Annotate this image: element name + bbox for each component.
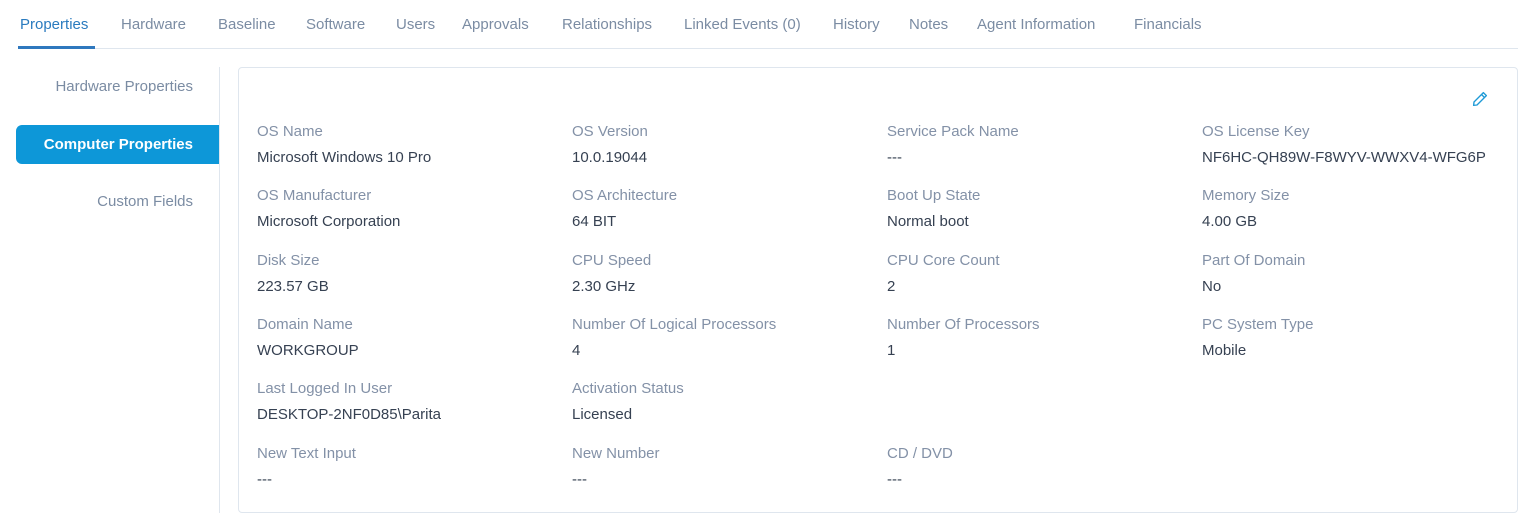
field-os-version: OS Version 10.0.19044: [572, 123, 872, 166]
field-os-license-key: OS License Key NF6HC-QH89W-F8WYV-WWXV4-WF…: [1202, 123, 1502, 166]
field-value: DESKTOP-2NF0D85\Parita: [257, 406, 441, 423]
tab-software[interactable]: Software: [306, 16, 365, 33]
tab-financials[interactable]: Financials: [1134, 16, 1202, 33]
field-value: NF6HC-QH89W-F8WYV-WWXV4-WFG6P: [1202, 149, 1486, 166]
field-value: 2.30 GHz: [572, 278, 636, 295]
field-number-of-processors: Number Of Processors 1: [887, 316, 1187, 359]
field-value: Mobile: [1202, 342, 1247, 359]
field-value: No: [1202, 278, 1222, 295]
field-label: Last Logged In User: [257, 380, 393, 397]
field-label: Disk Size: [257, 252, 320, 269]
field-label: CPU Speed: [572, 252, 652, 269]
field-label: Service Pack Name: [887, 123, 1019, 140]
field-value: ---: [887, 471, 902, 488]
field-memory-size: Memory Size 4.00 GB: [1202, 187, 1502, 230]
side-nav-computer-properties-label: Computer Properties: [43, 136, 193, 153]
field-label: Boot Up State: [887, 187, 981, 204]
field-label: Number Of Logical Processors: [572, 316, 777, 333]
field-part-of-domain: Part Of Domain No: [1202, 252, 1502, 295]
field-label: OS Manufacturer: [257, 187, 372, 204]
tab-bar: Properties Hardware Baseline Software Us…: [18, 0, 1518, 49]
field-value: 4: [572, 342, 581, 359]
side-nav-computer-properties[interactable]: Computer Properties: [16, 125, 219, 164]
field-cpu-speed: CPU Speed 2.30 GHz: [572, 252, 872, 295]
field-number-of-logical-processors: Number Of Logical Processors 4: [572, 316, 872, 359]
tab-baseline[interactable]: Baseline: [218, 16, 276, 33]
tab-hardware[interactable]: Hardware: [121, 16, 186, 33]
tab-approvals[interactable]: Approvals: [462, 16, 529, 33]
tab-properties[interactable]: Properties: [20, 16, 88, 33]
field-value: 223.57 GB: [257, 278, 329, 295]
field-label: OS Name: [257, 123, 323, 140]
field-domain-name: Domain Name WORKGROUP: [257, 316, 557, 359]
side-nav: Hardware Properties Computer Properties …: [16, 67, 220, 513]
field-last-logged-in-user: Last Logged In User DESKTOP-2NF0D85\Parit…: [257, 380, 557, 423]
field-label: PC System Type: [1202, 316, 1314, 333]
field-value: Normal boot: [887, 213, 969, 230]
tab-notes[interactable]: Notes: [909, 16, 948, 33]
field-label: OS License Key: [1202, 123, 1310, 140]
tab-users[interactable]: Users: [396, 16, 435, 33]
active-tab-indicator: [18, 46, 95, 49]
tab-linked-events[interactable]: Linked Events (0): [684, 16, 801, 33]
edit-button[interactable]: [1471, 90, 1489, 108]
field-label: New Number: [572, 445, 660, 462]
computer-properties-card: OS Name Microsoft Windows 10 Pro OS Versio…: [238, 67, 1518, 513]
field-value: 1: [887, 342, 896, 359]
field-label: New Text Input: [257, 445, 356, 462]
field-value: 2: [887, 278, 896, 295]
field-label: CPU Core Count: [887, 252, 1000, 269]
field-label: Number Of Processors: [887, 316, 1040, 333]
tab-relationships[interactable]: Relationships: [562, 16, 652, 33]
field-value: Microsoft Corporation: [257, 213, 401, 230]
tab-agent-information[interactable]: Agent Information: [977, 16, 1095, 33]
field-label: OS Version: [572, 123, 648, 140]
field-value: ---: [257, 471, 272, 488]
field-pc-system-type: PC System Type Mobile: [1202, 316, 1502, 359]
field-cpu-core-count: CPU Core Count 2: [887, 252, 1187, 295]
field-value: 10.0.19044: [572, 149, 648, 166]
field-value: WORKGROUP: [257, 342, 359, 359]
field-os-manufacturer: OS Manufacturer Microsoft Corporation: [257, 187, 557, 230]
field-activation-status: Activation Status Licensed: [572, 380, 872, 423]
field-value: 4.00 GB: [1202, 213, 1258, 230]
field-cd-dvd: CD / DVD ---: [887, 445, 1187, 488]
pencil-icon: [1472, 91, 1488, 107]
field-label: Part Of Domain: [1202, 252, 1306, 269]
field-value: ---: [572, 471, 587, 488]
field-value: Microsoft Windows 10 Pro: [257, 149, 432, 166]
field-label: Activation Status: [572, 380, 684, 397]
field-os-name: OS Name Microsoft Windows 10 Pro: [257, 123, 557, 166]
field-label: OS Architecture: [572, 187, 678, 204]
field-os-architecture: OS Architecture 64 BIT: [572, 187, 872, 230]
field-service-pack-name: Service Pack Name ---: [887, 123, 1187, 166]
field-label: CD / DVD: [887, 445, 953, 462]
field-label: Memory Size: [1202, 187, 1290, 204]
field-disk-size: Disk Size 223.57 GB: [257, 252, 557, 295]
side-nav-hardware-properties[interactable]: Hardware Properties: [55, 78, 193, 95]
tab-history[interactable]: History: [833, 16, 880, 33]
field-boot-up-state: Boot Up State Normal boot: [887, 187, 1187, 230]
side-nav-custom-fields[interactable]: Custom Fields: [97, 193, 193, 210]
field-value: 64 BIT: [572, 213, 617, 230]
field-value: Licensed: [572, 406, 633, 423]
field-label: Domain Name: [257, 316, 353, 333]
field-value: ---: [887, 149, 902, 166]
field-new-text-input: New Text Input ---: [257, 445, 557, 488]
field-new-number: New Number ---: [572, 445, 872, 488]
